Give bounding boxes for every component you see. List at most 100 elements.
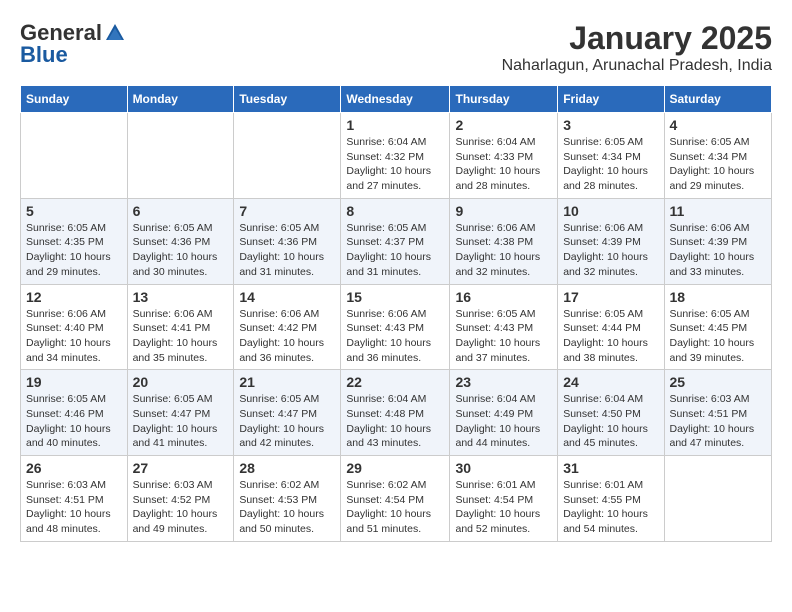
calendar-cell: 20 Sunrise: 6:05 AM Sunset: 4:47 PM Dayli…	[127, 370, 234, 456]
calendar-cell: 24Sunrise: 6:04 AM Sunset: 4:50 PM Dayli…	[558, 370, 664, 456]
day-number: 8	[346, 203, 444, 219]
calendar-cell: 22Sunrise: 6:04 AM Sunset: 4:48 PM Dayli…	[341, 370, 450, 456]
day-header-monday: Monday	[127, 86, 234, 113]
week-row-4: 19 Sunrise: 6:05 AM Sunset: 4:46 PM Dayli…	[21, 370, 772, 456]
day-number: 21	[239, 374, 335, 390]
day-number: 25	[670, 374, 767, 390]
day-info: Sunrise: 6:05 AM Sunset: 4:45 PM Dayligh…	[670, 307, 767, 366]
calendar-cell: 5 Sunrise: 6:05 AM Sunset: 4:35 PM Daylig…	[21, 198, 128, 284]
day-number: 26	[26, 460, 122, 476]
calendar-cell: 31 Sunrise: 6:01 AM Sunset: 4:55 PM Dayli…	[558, 456, 664, 542]
logo-blue-text: Blue	[20, 42, 68, 68]
day-header-sunday: Sunday	[21, 86, 128, 113]
calendar-cell: 23Sunrise: 6:04 AM Sunset: 4:49 PM Dayli…	[450, 370, 558, 456]
calendar-cell: 27Sunrise: 6:03 AM Sunset: 4:52 PM Dayli…	[127, 456, 234, 542]
day-info: Sunrise: 6:06 AM Sunset: 4:39 PM Dayligh…	[670, 221, 767, 280]
calendar-cell	[664, 456, 772, 542]
day-number: 18	[670, 289, 767, 305]
day-number: 14	[239, 289, 335, 305]
day-info: Sunrise: 6:02 AM Sunset: 4:53 PM Dayligh…	[239, 478, 335, 537]
calendar-cell: 3 Sunrise: 6:05 AM Sunset: 4:34 PM Daylig…	[558, 113, 664, 199]
day-number: 1	[346, 117, 444, 133]
day-number: 20	[133, 374, 229, 390]
day-info: Sunrise: 6:02 AM Sunset: 4:54 PM Dayligh…	[346, 478, 444, 537]
day-info: Sunrise: 6:05 AM Sunset: 4:46 PM Dayligh…	[26, 392, 122, 451]
week-row-3: 12 Sunrise: 6:06 AM Sunset: 4:40 PM Dayli…	[21, 284, 772, 370]
calendar-cell: 17 Sunrise: 6:05 AM Sunset: 4:44 PM Dayli…	[558, 284, 664, 370]
calendar-cell: 10 Sunrise: 6:06 AM Sunset: 4:39 PM Dayli…	[558, 198, 664, 284]
calendar-cell	[21, 113, 128, 199]
day-info: Sunrise: 6:05 AM Sunset: 4:47 PM Dayligh…	[133, 392, 229, 451]
day-number: 15	[346, 289, 444, 305]
day-number: 11	[670, 203, 767, 219]
day-number: 4	[670, 117, 767, 133]
day-info: Sunrise: 6:06 AM Sunset: 4:39 PM Dayligh…	[563, 221, 658, 280]
calendar-cell: 26 Sunrise: 6:03 AM Sunset: 4:51 PM Dayli…	[21, 456, 128, 542]
day-info: Sunrise: 6:04 AM Sunset: 4:48 PM Dayligh…	[346, 392, 444, 451]
day-info: Sunrise: 6:04 AM Sunset: 4:32 PM Dayligh…	[346, 135, 444, 194]
day-info: Sunrise: 6:05 AM Sunset: 4:36 PM Dayligh…	[239, 221, 335, 280]
week-row-2: 5 Sunrise: 6:05 AM Sunset: 4:35 PM Daylig…	[21, 198, 772, 284]
day-number: 9	[455, 203, 552, 219]
day-number: 6	[133, 203, 229, 219]
calendar-table: SundayMondayTuesdayWednesdayThursdayFrid…	[20, 85, 772, 542]
day-info: Sunrise: 6:06 AM Sunset: 4:42 PM Dayligh…	[239, 307, 335, 366]
day-info: Sunrise: 6:05 AM Sunset: 4:44 PM Dayligh…	[563, 307, 658, 366]
day-number: 19	[26, 374, 122, 390]
day-number: 13	[133, 289, 229, 305]
calendar-cell: 7 Sunrise: 6:05 AM Sunset: 4:36 PM Daylig…	[234, 198, 341, 284]
page-header: General Blue January 2025 Naharlagun, Ar…	[20, 20, 772, 75]
calendar-cell: 28 Sunrise: 6:02 AM Sunset: 4:53 PM Dayli…	[234, 456, 341, 542]
day-header-friday: Friday	[558, 86, 664, 113]
day-info: Sunrise: 6:05 AM Sunset: 4:43 PM Dayligh…	[455, 307, 552, 366]
week-row-5: 26 Sunrise: 6:03 AM Sunset: 4:51 PM Dayli…	[21, 456, 772, 542]
day-number: 5	[26, 203, 122, 219]
day-number: 17	[563, 289, 658, 305]
day-number: 10	[563, 203, 658, 219]
calendar-cell: 1 Sunrise: 6:04 AM Sunset: 4:32 PM Daylig…	[341, 113, 450, 199]
day-header-row: SundayMondayTuesdayWednesdayThursdayFrid…	[21, 86, 772, 113]
day-number: 31	[563, 460, 658, 476]
calendar-cell: 4 Sunrise: 6:05 AM Sunset: 4:34 PM Daylig…	[664, 113, 772, 199]
day-info: Sunrise: 6:05 AM Sunset: 4:34 PM Dayligh…	[670, 135, 767, 194]
day-number: 29	[346, 460, 444, 476]
calendar-cell: 14 Sunrise: 6:06 AM Sunset: 4:42 PM Dayli…	[234, 284, 341, 370]
day-number: 30	[455, 460, 552, 476]
day-header-tuesday: Tuesday	[234, 86, 341, 113]
day-info: Sunrise: 6:01 AM Sunset: 4:55 PM Dayligh…	[563, 478, 658, 537]
calendar-cell: 21 Sunrise: 6:05 AM Sunset: 4:47 PM Dayli…	[234, 370, 341, 456]
calendar-cell: 16Sunrise: 6:05 AM Sunset: 4:43 PM Dayli…	[450, 284, 558, 370]
day-info: Sunrise: 6:05 AM Sunset: 4:36 PM Dayligh…	[133, 221, 229, 280]
day-info: Sunrise: 6:05 AM Sunset: 4:35 PM Dayligh…	[26, 221, 122, 280]
calendar-cell: 15Sunrise: 6:06 AM Sunset: 4:43 PM Dayli…	[341, 284, 450, 370]
day-header-thursday: Thursday	[450, 86, 558, 113]
day-info: Sunrise: 6:04 AM Sunset: 4:50 PM Dayligh…	[563, 392, 658, 451]
day-info: Sunrise: 6:05 AM Sunset: 4:34 PM Dayligh…	[563, 135, 658, 194]
calendar-cell: 9Sunrise: 6:06 AM Sunset: 4:38 PM Daylig…	[450, 198, 558, 284]
day-header-saturday: Saturday	[664, 86, 772, 113]
day-info: Sunrise: 6:03 AM Sunset: 4:51 PM Dayligh…	[670, 392, 767, 451]
day-number: 28	[239, 460, 335, 476]
day-number: 7	[239, 203, 335, 219]
calendar-cell	[127, 113, 234, 199]
day-info: Sunrise: 6:06 AM Sunset: 4:40 PM Dayligh…	[26, 307, 122, 366]
day-info: Sunrise: 6:03 AM Sunset: 4:51 PM Dayligh…	[26, 478, 122, 537]
day-number: 23	[455, 374, 552, 390]
calendar-cell: 12 Sunrise: 6:06 AM Sunset: 4:40 PM Dayli…	[21, 284, 128, 370]
day-number: 3	[563, 117, 658, 133]
calendar-title: January 2025	[502, 20, 772, 57]
calendar-cell: 11 Sunrise: 6:06 AM Sunset: 4:39 PM Dayli…	[664, 198, 772, 284]
day-number: 12	[26, 289, 122, 305]
day-info: Sunrise: 6:01 AM Sunset: 4:54 PM Dayligh…	[455, 478, 552, 537]
day-info: Sunrise: 6:05 AM Sunset: 4:37 PM Dayligh…	[346, 221, 444, 280]
calendar-cell: 8 Sunrise: 6:05 AM Sunset: 4:37 PM Daylig…	[341, 198, 450, 284]
day-number: 2	[455, 117, 552, 133]
calendar-cell: 13Sunrise: 6:06 AM Sunset: 4:41 PM Dayli…	[127, 284, 234, 370]
logo-icon	[104, 22, 126, 44]
calendar-cell	[234, 113, 341, 199]
calendar-cell: 6 Sunrise: 6:05 AM Sunset: 4:36 PM Daylig…	[127, 198, 234, 284]
day-info: Sunrise: 6:05 AM Sunset: 4:47 PM Dayligh…	[239, 392, 335, 451]
calendar-cell: 25 Sunrise: 6:03 AM Sunset: 4:51 PM Dayli…	[664, 370, 772, 456]
day-header-wednesday: Wednesday	[341, 86, 450, 113]
calendar-cell: 19 Sunrise: 6:05 AM Sunset: 4:46 PM Dayli…	[21, 370, 128, 456]
